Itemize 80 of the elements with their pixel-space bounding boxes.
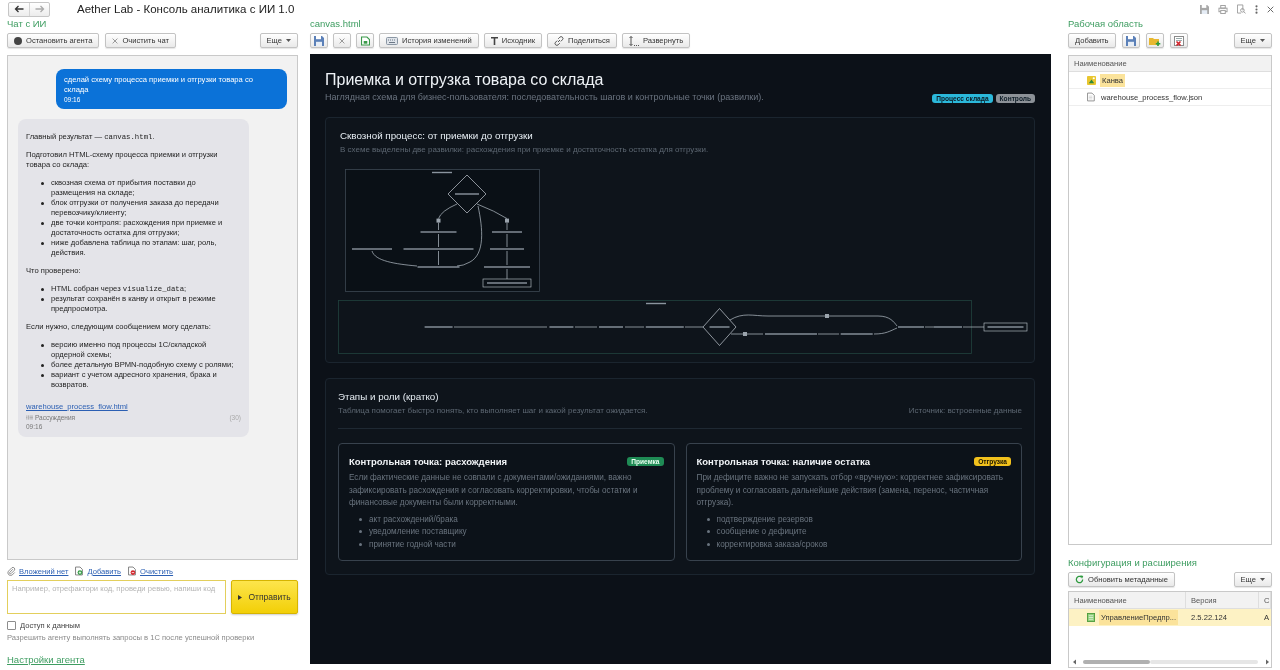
bullet-icon: [41, 241, 44, 245]
bullet-icon: [706, 543, 710, 546]
card-title: Контрольная точка: наличие остатка: [696, 456, 871, 467]
bullet-icon: [41, 221, 44, 225]
caret-down-icon: [1260, 39, 1265, 42]
bullet-icon: [41, 297, 44, 301]
card-list-item: акт расхождений/брака: [369, 514, 458, 524]
forward-arrow-icon: [34, 5, 45, 13]
close-icon: [112, 37, 119, 44]
card-list-item: уведомление поставщику: [369, 527, 467, 537]
add-folder-button[interactable]: [1145, 33, 1164, 48]
export-button[interactable]: [356, 33, 374, 48]
save-button[interactable]: [1121, 33, 1140, 48]
panel-title: Конфигурация и расширения: [1068, 557, 1197, 569]
page-title: Приемка и отгрузка товара со склада: [325, 70, 604, 90]
document-icon: [360, 35, 370, 46]
panel-title: Чат с ИИ: [7, 18, 47, 30]
close-button[interactable]: [1267, 5, 1274, 13]
reasoning-icon: [26, 415, 33, 420]
bullet-icon: [41, 343, 44, 347]
text-icon: [490, 36, 498, 45]
section-title: Этапы и роли (кратко): [338, 391, 439, 403]
send-button[interactable]: Отправить: [231, 580, 298, 614]
save-button[interactable]: [1200, 4, 1209, 14]
resize-icon: [629, 35, 639, 46]
horizontal-scrollbar[interactable]: [1073, 659, 1269, 665]
play-icon: [238, 594, 243, 600]
bullet-icon: [706, 517, 710, 521]
canvas-icon: [1087, 75, 1096, 85]
preview-icon: [1237, 4, 1246, 14]
section-subtitle: В схеме выделены две развилки: расхождения при приемке и достаточность остатка для отгрузки.: [340, 145, 710, 155]
folder-add-icon: [1148, 35, 1161, 46]
source-note: Источник: встроенные данные: [908, 406, 1022, 416]
caret-down-icon: [1260, 578, 1265, 581]
bullet-icon: [41, 201, 44, 205]
bullet-icon: [359, 543, 362, 546]
card-text: Если фактические данные не совпали с документами/ожиданиями, важно зафиксировать расхождения и согласовать корректировки, чтобы остатки и финансовые документы были корректными.: [349, 472, 639, 510]
card-list-item: принятие годной части: [369, 540, 456, 549]
bullet-icon: [359, 517, 362, 521]
more-vertical-icon: [1255, 4, 1258, 14]
refresh-icon: [1075, 575, 1084, 584]
card-title: Контрольная точка: расхождения: [349, 456, 508, 467]
bullet-icon: [41, 373, 44, 377]
printer-icon: [1218, 4, 1228, 14]
card-list-item: корректировка заказа/сроков: [716, 540, 828, 549]
menu-button[interactable]: [1255, 4, 1258, 14]
caret-down-icon: [286, 39, 291, 42]
bullet-icon: [706, 530, 710, 534]
document-remove-icon: [128, 566, 137, 576]
preview-button[interactable]: [1237, 4, 1246, 14]
card-list-item: сообщение о дефиците: [716, 527, 807, 537]
close-icon: [339, 37, 345, 44]
panel-title: Рабочая область: [1068, 18, 1143, 30]
save-button[interactable]: [310, 33, 328, 48]
card-list-item: подтверждение резервов: [716, 514, 813, 524]
document-icon: [1087, 613, 1095, 622]
keyboard-icon: [386, 36, 398, 45]
back-arrow-icon: [14, 5, 24, 13]
agent-settings-link[interactable]: Настройки агента: [7, 654, 85, 665]
section-subtitle: Таблица помогает быстро понять, кто выполняет шаг и какой результат ожидается.: [338, 406, 648, 416]
bullet-icon: [41, 363, 44, 367]
window-title: Aether Lab - Консоль аналитика с ИИ 1.0: [77, 3, 295, 15]
card-text: При дефиците важно не запускать отбор «вручную»: корректнее зафиксировать проблему и согласовать дальнейшие действия (замена, перенос, частичная отгрузка).: [696, 472, 1005, 510]
data-access-checkbox[interactable]: [7, 620, 16, 630]
bullet-icon: [359, 530, 362, 534]
file-icon: [1087, 92, 1095, 102]
document-add-icon: [75, 566, 85, 576]
close-icon: [1267, 5, 1274, 13]
link-icon: [554, 35, 565, 46]
delete-icon: [1173, 35, 1184, 46]
paperclip-icon: [7, 566, 16, 576]
page-subtitle: Наглядная схема для бизнес-пользователя: последовательность шагов и контрольные точки (развилки).: [325, 92, 764, 103]
panel-title: canvas.html: [310, 18, 361, 30]
print-button[interactable]: [1218, 4, 1228, 14]
close-button[interactable]: [333, 33, 351, 48]
stop-icon: [14, 36, 22, 45]
bullet-icon: [41, 287, 44, 291]
delete-button[interactable]: [1169, 33, 1188, 48]
bullet-icon: [41, 181, 44, 185]
section-title: Сквозной процесс: от приемки до отгрузки: [340, 130, 533, 142]
